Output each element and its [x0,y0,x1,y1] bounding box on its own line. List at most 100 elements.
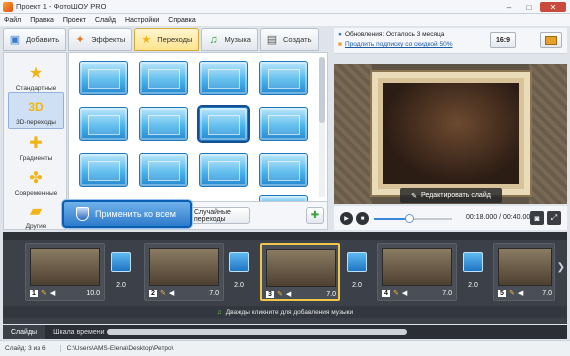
slide-number: 4 [382,289,390,297]
transition-thumb[interactable] [199,153,248,187]
edit-slide-button[interactable]: ✎ Редактировать слайд [400,188,502,203]
speaker-icon[interactable]: ◀ [286,290,291,298]
pencil-icon: ✎ [411,192,418,200]
category-label: Стандартные [15,85,57,92]
slide-duration: 7.0 [326,290,336,298]
speaker-icon[interactable]: ◀ [402,289,407,297]
music-icon: ♫ [209,33,218,46]
slide-thumb[interactable]: 2 ✎ ◀ 7.0 [144,243,224,301]
transition-thumb-selected[interactable] [197,105,250,143]
slide-duration: 10.0 [86,289,100,297]
menu-edit[interactable]: Правка [30,17,54,24]
transition-slot[interactable]: 2.0 [346,246,368,298]
pencil-icon[interactable]: ✎ [41,289,47,297]
slide-image [149,248,219,286]
speaker-icon[interactable]: ◀ [50,289,55,297]
minimize-button[interactable]: – [500,2,518,12]
pencil-icon[interactable]: ✎ [160,289,166,297]
tab-label: Добавить [26,35,60,44]
category-standard[interactable]: ★ Стандартные [8,57,64,94]
speaker-icon[interactable]: ◀ [518,289,523,297]
slide-number: 3 [266,290,274,298]
time-display: 00:18.000 / 00:40.000 [466,214,535,221]
star-icon: ★ [28,65,44,82]
fit-mode-button[interactable] [540,32,562,48]
transition-thumb[interactable] [79,61,128,95]
frame-decoration [529,64,567,204]
updates-text: Обновления: Осталось 3 месяца [344,31,445,38]
extend-subscription-link[interactable]: Продлить подписку со скидкой 50% [345,41,453,48]
menu-bar: Файл Правка Проект Слайд Настройки Справ… [0,14,570,26]
slide-duration: 7.0 [442,289,452,297]
timeline: 1 ✎ ◀ 10.0 2.0 2 ✎ ◀ 7.0 2.0 3 ✎ ◀ 7.0 2.0 4 ✎ ◀ 7.0… [3,232,567,324]
stop-icon[interactable]: ■ [356,212,369,225]
transitions-grid [68,52,328,202]
app-logo-icon [3,1,13,12]
tab-add[interactable]: ▣ Добавить [3,28,67,51]
transition-slot[interactable]: 2.0 [462,246,484,298]
title-bar: Проект 1 - ФотоШОУ PRO – □ ✕ [0,0,570,14]
transition-thumb[interactable] [259,195,308,201]
slide-thumb-selected[interactable]: 3 ✎ ◀ 7.0 [260,243,340,301]
menu-settings[interactable]: Настройки [125,17,159,24]
transition-icon [229,252,249,272]
slide-image [498,248,552,286]
play-icon[interactable]: ▶ [340,212,353,225]
menu-help[interactable]: Справка [168,17,195,24]
tab-transitions[interactable]: ★ Переходы [134,28,200,51]
3d-icon: 3D [28,100,44,114]
music-track[interactable]: ♫ Дважды кликните для добавления музыки [3,306,567,318]
scroll-right-icon[interactable]: ❯ [557,262,565,273]
menu-file[interactable]: Файл [4,17,21,24]
category-other[interactable]: ▰ Другие [8,195,64,232]
transition-thumb[interactable] [139,153,188,187]
tab-label: Шкала времени [53,328,105,336]
music-hint: Дважды кликните для добавления музыки [225,308,354,316]
create-icon: ▤ [266,34,278,46]
timeline-scrollbar[interactable] [107,329,407,335]
music-add-icon: ♫ [216,308,222,316]
slide-thumb[interactable]: 5 ✎ ◀ 7.0 [493,243,555,301]
tab-slides[interactable]: Слайды [3,325,46,339]
pencil-icon[interactable]: ✎ [277,290,283,298]
tab-create[interactable]: ▤ Создать [259,28,319,51]
transition-thumb[interactable] [259,107,308,141]
fullscreen-icon[interactable]: ⤢ [547,211,561,225]
transition-thumb[interactable] [259,61,308,95]
maximize-button[interactable]: □ [520,2,538,12]
category-modern[interactable]: ✤ Современные [8,162,64,199]
transition-thumb[interactable] [199,61,248,95]
random-transitions-button[interactable]: Случайные переходы [192,207,250,224]
transition-slot[interactable]: 2.0 [228,246,250,298]
category-3d[interactable]: 3D 3D-переходы [8,92,64,129]
transition-slot[interactable]: 2.0 [110,246,132,298]
category-label: Другие [25,223,47,230]
apply-to-all-button[interactable]: Применить ко всем [62,200,192,228]
slide-thumb[interactable]: 1 ✎ ◀ 10.0 [25,243,105,301]
menu-slide[interactable]: Слайд [95,17,116,24]
grid-scrollbar[interactable] [319,57,325,197]
shield-icon [76,207,89,221]
tab-timeline[interactable]: Шкала времени [45,325,112,339]
pencil-icon[interactable]: ✎ [393,289,399,297]
transition-thumb[interactable] [79,153,128,187]
tab-music[interactable]: ♫ Музыка [201,28,258,51]
transition-thumb[interactable] [79,107,128,141]
menu-project[interactable]: Проект [63,17,86,24]
slide-thumb[interactable]: 4 ✎ ◀ 7.0 [377,243,457,301]
transition-thumb[interactable] [139,107,188,141]
transition-icon [111,252,131,272]
camera-icon[interactable]: ◙ [530,211,544,225]
window-title: Проект 1 - ФотоШОУ PRO [16,2,107,11]
close-button[interactable]: ✕ [540,2,566,12]
pencil-icon[interactable]: ✎ [509,289,515,297]
transition-thumb[interactable] [139,61,188,95]
aspect-ratio-button[interactable]: 16:9 [490,32,516,48]
transition-thumb[interactable] [259,153,308,187]
seek-handle[interactable] [405,214,415,223]
tab-effects[interactable]: ✦ Эффекты [68,28,133,51]
category-gradients[interactable]: ✚ Градиенты [8,127,64,164]
update-info: ● Обновления: Осталось 3 месяца ■ Продли… [334,28,567,54]
speaker-icon[interactable]: ◀ [169,289,174,297]
add-transition-icon[interactable]: ✚ [306,207,324,224]
